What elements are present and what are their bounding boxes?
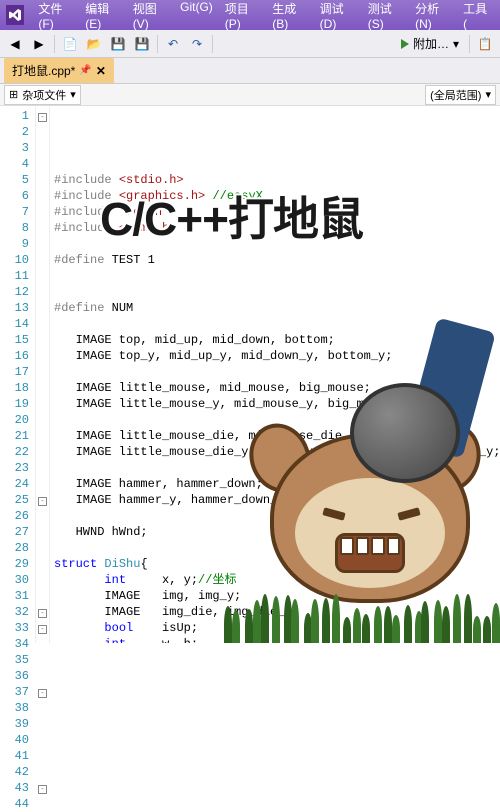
code-line[interactable]	[54, 268, 500, 284]
menu-item[interactable]: 文件(F)	[32, 0, 79, 31]
toolbar: ◀ ▶ 📄 📂 💾 💾 ↶ ↷ 附加… ▾ 📋	[0, 30, 500, 58]
play-icon	[401, 39, 409, 49]
grass-icon	[220, 593, 500, 643]
menu-item[interactable]: 分析(N)	[409, 0, 457, 31]
code-line[interactable]: #include <stdio.h>	[54, 172, 500, 188]
open-button[interactable]: 📂	[83, 33, 105, 55]
fold-toggle[interactable]: -	[38, 497, 47, 506]
fold-gutter: ------	[36, 106, 50, 643]
vs-logo-icon	[6, 5, 24, 25]
mouse-teeth-icon	[340, 537, 400, 555]
fold-toggle[interactable]: -	[38, 625, 47, 634]
code-line[interactable]	[54, 284, 500, 300]
code-line[interactable]: #define NUM	[54, 300, 500, 316]
menu-item[interactable]: 项目(P)	[219, 0, 266, 31]
save-all-button[interactable]: 💾	[131, 33, 153, 55]
menu-bar: 文件(F)编辑(E)视图(V)Git(G)项目(P)生成(B)调试(D)测试(S…	[32, 0, 494, 31]
tab-active[interactable]: 打地鼠.cpp* 📌 ✕	[4, 58, 114, 83]
config-button[interactable]: 📋	[474, 33, 496, 55]
menu-item[interactable]: Git(G)	[174, 0, 219, 31]
line-number-gutter: 1234567891011121314151617181920212223242…	[0, 106, 36, 643]
chevron-down-icon: ▾	[485, 88, 491, 101]
save-button[interactable]: 💾	[107, 33, 129, 55]
nav-back-button[interactable]: ◀	[4, 33, 26, 55]
fold-toggle[interactable]: -	[38, 609, 47, 618]
run-attach-button[interactable]: 附加… ▾	[395, 33, 465, 55]
project-icon: ⊞	[9, 88, 18, 101]
close-icon[interactable]: ✕	[96, 64, 106, 78]
chevron-down-icon: ▾	[70, 88, 76, 101]
run-label: 附加…	[413, 35, 449, 52]
undo-button[interactable]: ↶	[162, 33, 184, 55]
chevron-down-icon: ▾	[453, 37, 459, 51]
code-area[interactable]: C/C++打地鼠 #include <stdio.h>#include <gra…	[50, 106, 500, 643]
menu-item[interactable]: 测试(S)	[362, 0, 409, 31]
tab-title: 打地鼠.cpp*	[12, 62, 75, 79]
code-line[interactable]: #define TEST 1	[54, 252, 500, 268]
new-file-button[interactable]: 📄	[59, 33, 81, 55]
menu-item[interactable]: 编辑(E)	[79, 0, 126, 31]
scope-dropdown[interactable]: (全局范围) ▾	[425, 85, 496, 105]
nav-fwd-button[interactable]: ▶	[28, 33, 50, 55]
menu-item[interactable]: 调试(D)	[314, 0, 362, 31]
project-dropdown[interactable]: ⊞ 杂项文件 ▾	[4, 85, 81, 105]
redo-button[interactable]: ↷	[186, 33, 208, 55]
code-editor[interactable]: 1234567891011121314151617181920212223242…	[0, 106, 500, 643]
menu-item[interactable]: 视图(V)	[127, 0, 174, 31]
titlebar: 文件(F)编辑(E)视图(V)Git(G)项目(P)生成(B)调试(D)测试(S…	[0, 0, 500, 30]
menu-item[interactable]: 工具(	[457, 0, 494, 31]
pin-icon[interactable]: 📌	[79, 65, 91, 76]
fold-toggle[interactable]: -	[38, 785, 47, 794]
fold-toggle[interactable]: -	[38, 113, 47, 122]
menu-item[interactable]: 生成(B)	[266, 0, 313, 31]
code-nav-bar: ⊞ 杂项文件 ▾ (全局范围) ▾	[0, 84, 500, 106]
hammer-head-icon	[350, 383, 460, 483]
fold-toggle[interactable]: -	[38, 689, 47, 698]
overlay-title: C/C++打地鼠	[100, 211, 363, 227]
cartoon-overlay	[220, 323, 500, 643]
tab-bar: 打地鼠.cpp* 📌 ✕	[0, 58, 500, 84]
